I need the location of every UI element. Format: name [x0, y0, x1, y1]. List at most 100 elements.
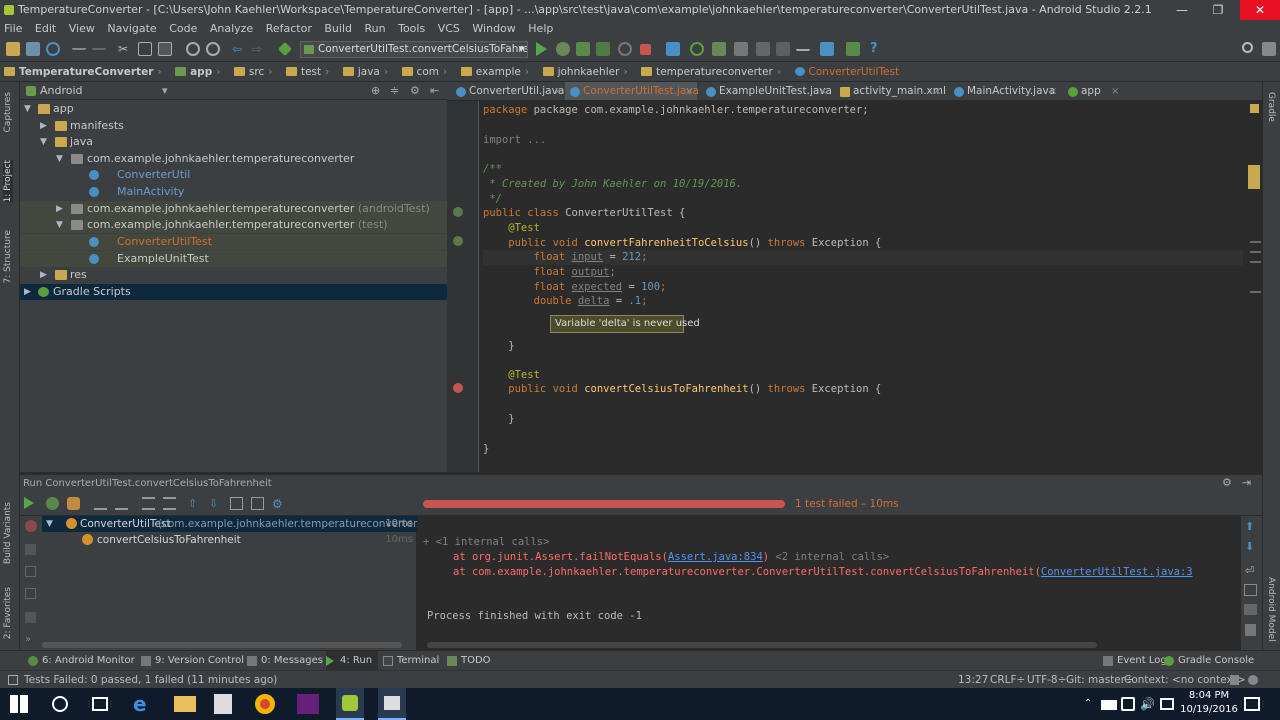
menu-code[interactable]: Code	[165, 20, 202, 38]
tree-item-manifests[interactable]: ▶ manifests	[20, 118, 447, 134]
captures-tool-tab[interactable]: Captures	[3, 92, 13, 132]
sync-gradle-icon[interactable]	[666, 42, 680, 56]
tab-activity-main-xml[interactable]: activity_main.xml ×	[835, 82, 946, 100]
breadcrumb-app[interactable]: app	[171, 62, 226, 82]
android-sdk-icon[interactable]	[846, 42, 860, 56]
marker[interactable]	[1250, 291, 1261, 293]
android-studio-task[interactable]	[336, 688, 364, 720]
favorites-tool-tab[interactable]: 2: Favorites	[3, 587, 13, 639]
settings-gear-icon[interactable]: ⚙	[1222, 476, 1232, 489]
print-icon[interactable]	[25, 612, 36, 623]
cut-icon[interactable]: ✂	[118, 42, 132, 56]
hide-panel-icon[interactable]: ⇥	[1242, 476, 1251, 489]
pin-tab-icon[interactable]	[25, 588, 36, 599]
stacktrace-link[interactable]: ConverterUtilTest.java:3	[1041, 566, 1193, 578]
chevron-down-icon[interactable]: ▾	[162, 82, 168, 100]
menu-run[interactable]: Run	[361, 20, 391, 38]
failed-test-gutter-icon[interactable]	[453, 383, 463, 393]
menu-refactor[interactable]: Refactor	[262, 20, 317, 38]
battery-icon[interactable]	[1101, 700, 1117, 710]
lock-icon[interactable]	[1230, 675, 1239, 685]
tab-converterutiltest[interactable]: ConverterUtilTest.java ×	[565, 82, 699, 100]
tab-exampleunittest[interactable]: ExampleUnitTest.java ×	[701, 82, 832, 100]
expand-arrow-icon[interactable]: ▶	[40, 118, 47, 134]
sort-duration-icon[interactable]	[115, 497, 128, 510]
code-editor[interactable]: package package com.example.johnkaehler.…	[479, 101, 1262, 472]
stop-icon[interactable]	[25, 544, 36, 555]
menu-build[interactable]: Build	[320, 20, 357, 38]
back-icon[interactable]: ⇦	[232, 42, 246, 56]
menu-analyze[interactable]: Analyze	[206, 20, 258, 38]
breadcrumb-src[interactable]: src	[230, 62, 279, 82]
menu-window[interactable]: Window	[468, 20, 520, 38]
tree-item-converterutil[interactable]: ConverterUtil	[20, 167, 447, 183]
tab-version-control[interactable]: 9: Version Control	[141, 651, 244, 671]
volume-icon[interactable]: 🔊	[1140, 694, 1156, 714]
replace-icon[interactable]	[206, 42, 220, 56]
app-window-task[interactable]	[378, 688, 406, 720]
edge-icon[interactable]: e	[133, 694, 155, 714]
toggle-tool-windows-icon[interactable]	[8, 675, 18, 685]
search-everywhere-icon[interactable]	[1242, 42, 1253, 53]
help-icon[interactable]: ?	[870, 42, 884, 56]
menu-vcs[interactable]: VCS	[434, 20, 465, 38]
android-model-tool-tab[interactable]: Android Model	[1266, 577, 1276, 642]
device-monitor-icon[interactable]	[820, 42, 834, 56]
close-tab-icon[interactable]: ×	[1111, 82, 1119, 100]
menu-tools[interactable]: Tools	[394, 20, 430, 38]
project-structure-icon[interactable]	[734, 42, 748, 56]
run-configuration-dropdown[interactable]: ConverterUtilTest.convertCelsiusToFahren…	[300, 41, 528, 58]
horizontal-scrollbar[interactable]	[42, 642, 402, 648]
context-indicator[interactable]: Context: <no context>	[1124, 671, 1246, 689]
close-tab-icon[interactable]: ×	[819, 82, 827, 100]
breadcrumb-com[interactable]: com	[398, 62, 454, 82]
open-folder-icon[interactable]	[6, 42, 20, 56]
tree-item-java[interactable]: ▼ java	[20, 134, 447, 150]
close-tab-icon[interactable]: ×	[685, 82, 693, 100]
vcs-icon[interactable]	[756, 42, 770, 56]
sync-icon[interactable]	[46, 42, 60, 56]
close-tab-icon[interactable]: ×	[1049, 82, 1057, 100]
collapse-all-icon[interactable]	[163, 497, 176, 510]
menu-edit[interactable]: Edit	[31, 20, 61, 38]
sort-alpha-icon[interactable]	[94, 497, 107, 510]
project-tool-tab[interactable]: 1: Project	[3, 160, 13, 203]
expand-arrow-icon[interactable]: ▼	[40, 134, 47, 150]
test-case-row[interactable]: convertCelsiusToFahrenheit 10ms	[42, 532, 417, 548]
file-explorer-icon[interactable]	[174, 696, 196, 712]
coverage-icon[interactable]	[576, 42, 590, 56]
close-tab-icon[interactable]: ×	[554, 82, 562, 100]
tree-item-package-main[interactable]: ▼ com.example.johnkaehler.temperatureconv…	[20, 151, 447, 167]
tab-app[interactable]: app ×	[1063, 82, 1123, 100]
print-icon[interactable]	[1244, 604, 1257, 615]
down-arrow-icon[interactable]: ⬇	[1245, 540, 1254, 553]
status-message[interactable]: Tests Failed: 0 passed, 1 failed (11 min…	[24, 671, 277, 689]
search-icon[interactable]	[52, 696, 68, 712]
expand-arrow-icon[interactable]: ▼	[56, 151, 63, 167]
attach-debugger-icon[interactable]	[618, 42, 632, 56]
caret-position[interactable]: 13:27	[958, 671, 988, 689]
gradle-tool-tab[interactable]: Gradle	[1266, 92, 1276, 122]
menu-view[interactable]: View	[65, 20, 100, 38]
menu-file[interactable]: File	[0, 20, 27, 38]
test-settings-icon[interactable]: ⚙	[272, 497, 285, 511]
soft-wrap-icon[interactable]: ⏎	[1245, 564, 1254, 577]
forward-icon[interactable]: ⇨	[252, 42, 266, 56]
marker[interactable]	[1250, 261, 1261, 263]
marker[interactable]	[1250, 241, 1261, 243]
run-test-gutter-icon[interactable]	[453, 207, 463, 217]
sdk-manager-icon[interactable]	[712, 42, 726, 56]
breadcrumb-project[interactable]: TemperatureConverter	[0, 62, 168, 82]
save-icon[interactable]	[26, 42, 40, 56]
show-passed-icon[interactable]	[46, 497, 59, 510]
tree-item-exampleunittest[interactable]: ExampleUnitTest	[20, 251, 447, 267]
profile-icon[interactable]	[596, 42, 610, 56]
next-failed-icon[interactable]: ⇩	[209, 497, 222, 510]
tree-item-package-test[interactable]: ▼ com.example.johnkaehler.temperatureconv…	[20, 217, 447, 233]
line-separator[interactable]: CRLF÷	[990, 671, 1025, 689]
restore-layout-icon[interactable]	[25, 566, 36, 577]
tab-messages[interactable]: 0: Messages	[247, 651, 323, 671]
tab-todo[interactable]: TODO	[447, 651, 491, 671]
expand-arrow-icon[interactable]: ▶	[40, 267, 47, 283]
maximize-button[interactable]: ❐	[1200, 0, 1236, 20]
